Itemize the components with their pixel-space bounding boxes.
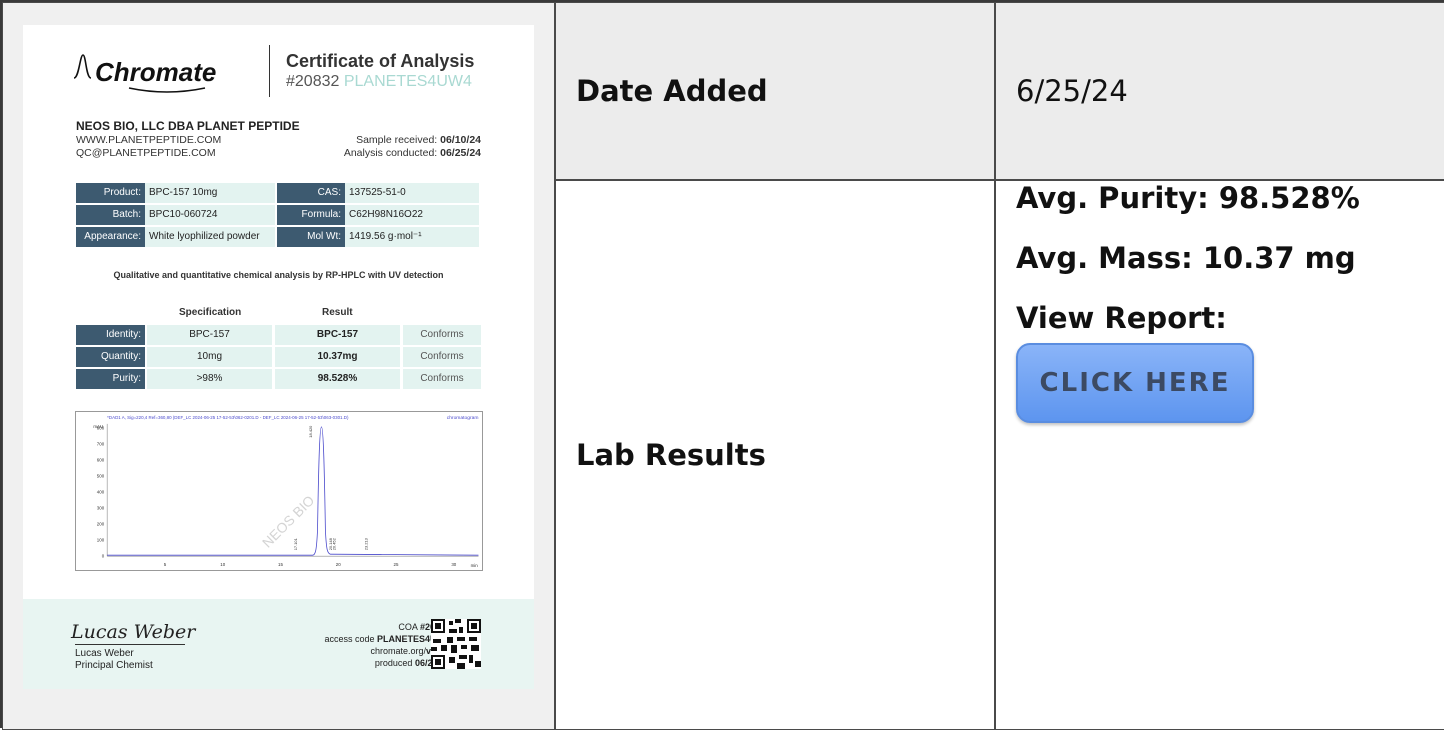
x-unit: min	[471, 563, 479, 568]
spec-header: Specification	[179, 307, 242, 318]
logo-swoosh-icon	[128, 87, 206, 93]
cas-value: 137525-51-0	[345, 183, 479, 203]
y-tick-label: 0	[102, 554, 105, 559]
y-tick-label: 500	[97, 473, 105, 478]
view-report-label: View Report:	[1016, 301, 1227, 335]
peak-label: 23.213	[363, 537, 368, 550]
coa-title: Certificate of Analysis	[286, 51, 475, 71]
x-tick-label: 15	[278, 562, 283, 567]
chromate-logo: Chromate	[95, 57, 217, 87]
molwt-value: 1419.56 g·mol⁻¹	[345, 227, 479, 247]
x-tick-label: 10	[220, 562, 225, 567]
table-row: Appearance: White lyophilized powder Mol…	[76, 227, 481, 247]
batch-label: Batch:	[76, 205, 145, 225]
result-header: Result	[322, 307, 353, 318]
y-tick-label: 200	[97, 522, 105, 527]
coa-image-cell: Chromate Certificate of Analysis #20832 …	[2, 2, 555, 730]
signature: Lucas Weber	[71, 621, 196, 643]
sample-received: Sample received: 06/10/24	[356, 134, 481, 146]
product-label: Product:	[76, 183, 145, 203]
chromatogram: *DAD1 A, Sig=220,4 Ref=360,80 (DEF_LC 20…	[75, 411, 483, 571]
results-table: Identity: BPC-157 BPC-157 Conforms Quant…	[76, 325, 481, 391]
chromatogram-header: *DAD1 A, Sig=220,4 Ref=360,80 (DEF_LC 20…	[107, 415, 349, 420]
avg-mass-value: 10.37 mg	[1202, 241, 1356, 275]
x-tick-label: 30	[451, 562, 456, 567]
coa-number-value: #20832	[286, 73, 340, 90]
avg-purity-label: Avg. Purity:	[1016, 181, 1209, 215]
company-website: WWW.PLANETPEPTIDE.COM	[76, 134, 222, 146]
chromatogram-trace	[107, 426, 479, 556]
analysis-conducted: Analysis conducted: 06/25/24	[343, 147, 481, 159]
header-divider	[269, 45, 270, 97]
formula-value: C62H98N16O22	[345, 205, 479, 225]
molwt-label: Mol Wt:	[277, 227, 345, 247]
table-row: Product: BPC-157 10mg CAS: 137525-51-0	[76, 183, 481, 203]
avg-purity-value: 98.528%	[1218, 181, 1360, 215]
date-added-label-cell: Date Added	[555, 2, 995, 180]
avg-mass: Avg. Mass: 10.37 mg	[1016, 241, 1444, 275]
product-info-table: Chromate Certificate of Analysis #20832 …	[0, 0, 1444, 730]
coa-code: PLANETES4UW4	[343, 73, 472, 90]
product-details-table: Product: BPC-157 10mg CAS: 137525-51-0 B…	[76, 183, 481, 249]
table-row: Quantity: 10mg 10.37mg Conforms	[76, 347, 481, 367]
y-tick-label: 800	[97, 425, 105, 430]
appearance-value: White lyophilized powder	[145, 227, 275, 247]
formula-label: Formula:	[277, 205, 345, 225]
y-tick-label: 300	[97, 506, 105, 511]
table-row: Identity: BPC-157 BPC-157 Conforms	[76, 325, 481, 345]
x-tick-label: 5	[164, 562, 167, 567]
avg-mass-label: Avg. Mass:	[1016, 241, 1193, 275]
y-tick-label: 700	[97, 441, 105, 446]
product-value: BPC-157 10mg	[145, 183, 275, 203]
x-axis-ticks: 5 10 15 20 25 30	[164, 562, 457, 567]
lab-results-value-cell: Avg. Purity: 98.528% Avg. Mass: 10.37 mg…	[995, 180, 1444, 730]
chemist-name: Lucas Weber	[75, 648, 134, 659]
watermark: NEOS BIO	[259, 492, 318, 551]
date-added-value: 6/25/24	[1016, 74, 1128, 108]
view-report-button[interactable]: CLICK HERE	[1016, 343, 1254, 423]
company-email: QC@PLANETPEPTIDE.COM	[76, 147, 216, 159]
date-added-label: Date Added	[576, 74, 768, 108]
company-name: NEOS BIO, LLC DBA PLANET PEPTIDE	[76, 119, 300, 133]
date-added-value-cell: 6/25/24	[995, 2, 1444, 180]
analysis-method: Qualitative and quantitative chemical an…	[113, 270, 444, 280]
batch-value: BPC10-060724	[145, 205, 275, 225]
x-tick-label: 20	[336, 562, 341, 567]
lab-results-label-cell: Lab Results	[555, 180, 995, 730]
peak-label: 17.101	[293, 538, 298, 550]
coa-number: #20832 PLANETES4UW4	[286, 73, 472, 91]
y-tick-label: 100	[97, 538, 105, 543]
y-tick-label: 600	[97, 457, 105, 462]
x-tick-label: 25	[394, 562, 399, 567]
table-row: Batch: BPC10-060724 Formula: C62H98N16O2…	[76, 205, 481, 225]
avg-purity: Avg. Purity: 98.528%	[1016, 181, 1444, 215]
coa-footer: Lucas Weber Lucas Weber Principal Chemis…	[23, 599, 534, 689]
certificate-of-analysis: Chromate Certificate of Analysis #20832 …	[23, 25, 534, 689]
chromate-logo-icon	[73, 54, 92, 79]
y-axis-ticks: 800 700 600 500 400 300 200 100 0	[97, 425, 105, 558]
lab-results-label: Lab Results	[576, 438, 766, 472]
chromatogram-tag: chromatogram	[447, 415, 479, 421]
cas-label: CAS:	[277, 183, 345, 203]
y-tick-label: 400	[97, 489, 105, 494]
qr-code-icon	[431, 619, 481, 669]
chemist-role: Principal Chemist	[75, 660, 153, 671]
signature-line	[75, 644, 185, 645]
appearance-label: Appearance:	[76, 227, 145, 247]
peak-label: 20.452	[332, 538, 337, 550]
peak-label: 18.420	[308, 425, 313, 438]
peak-labels: 17.10118.42020.14820.452 23.213	[293, 425, 369, 550]
table-row: Purity: >98% 98.528% Conforms	[76, 369, 481, 389]
